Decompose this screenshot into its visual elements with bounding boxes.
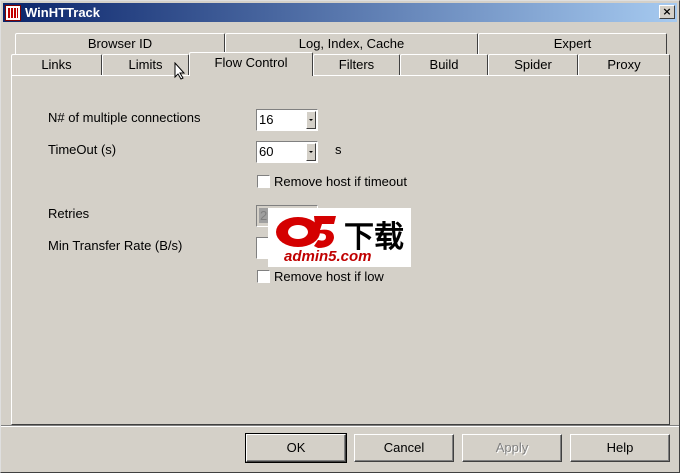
tab-label: Filters (338, 57, 375, 72)
help-button[interactable]: Help (570, 434, 670, 462)
connections-combo[interactable]: 16 (256, 109, 318, 131)
tab-links[interactable]: Links (11, 54, 102, 76)
tab-label: Flow Control (214, 55, 288, 70)
retries-value: 2 (259, 208, 269, 223)
timeout-label: TimeOut (s) (48, 142, 117, 157)
app-icon (5, 4, 21, 21)
retries-label: Retries (48, 206, 90, 221)
tab-proxy[interactable]: Proxy (578, 54, 670, 76)
tab-label: Limits (128, 57, 163, 72)
chevron-down-icon[interactable] (306, 143, 316, 161)
timeout-unit: s (335, 142, 342, 157)
tab-flow-control[interactable]: Flow Control (189, 52, 313, 76)
min-rate-label: Min Transfer Rate (B/s) (48, 238, 183, 253)
remove-timeout-checkbox[interactable] (257, 175, 270, 188)
window-title: WinHTTrack (25, 5, 101, 20)
remove-low-label[interactable]: Remove host if low (274, 269, 384, 284)
tab-label: Build (429, 57, 459, 72)
tab-label: Expert (553, 36, 592, 51)
watermark-domain: admin5.com (284, 248, 372, 265)
timeout-value: 60 (259, 144, 274, 159)
apply-button[interactable]: Apply (462, 434, 562, 462)
tab-expert[interactable]: Expert (478, 33, 667, 55)
timeout-combo[interactable]: 60 (256, 141, 318, 163)
tab-label: Proxy (607, 57, 641, 72)
title-bar[interactable]: WinHTTrack × (3, 3, 677, 22)
tab-filters[interactable]: Filters (313, 54, 400, 76)
ok-button[interactable]: OK (245, 433, 347, 463)
tab-spider[interactable]: Spider (488, 54, 578, 76)
tab-label: Log, Index, Cache (298, 36, 405, 51)
chevron-down-icon[interactable] (306, 111, 316, 129)
dialog-window: WinHTTrack × Browser ID Log, Index, Cach… (0, 0, 680, 473)
tab-label: Links (41, 57, 72, 72)
connections-label: N# of multiple connections (48, 110, 201, 125)
watermark-logo: 下载 admin5.com (268, 208, 411, 267)
close-icon: × (662, 5, 672, 18)
tab-build[interactable]: Build (400, 54, 488, 76)
mouse-cursor-icon (174, 62, 186, 80)
tab-label: Browser ID (87, 36, 153, 51)
cancel-button[interactable]: Cancel (354, 434, 454, 462)
close-button[interactable]: × (659, 5, 675, 19)
remove-timeout-label[interactable]: Remove host if timeout (274, 174, 407, 189)
separator (1, 425, 679, 427)
connections-value: 16 (259, 112, 274, 127)
a5-logo-icon (276, 216, 336, 248)
tab-label: Spider (514, 57, 552, 72)
remove-low-checkbox[interactable] (257, 270, 270, 283)
